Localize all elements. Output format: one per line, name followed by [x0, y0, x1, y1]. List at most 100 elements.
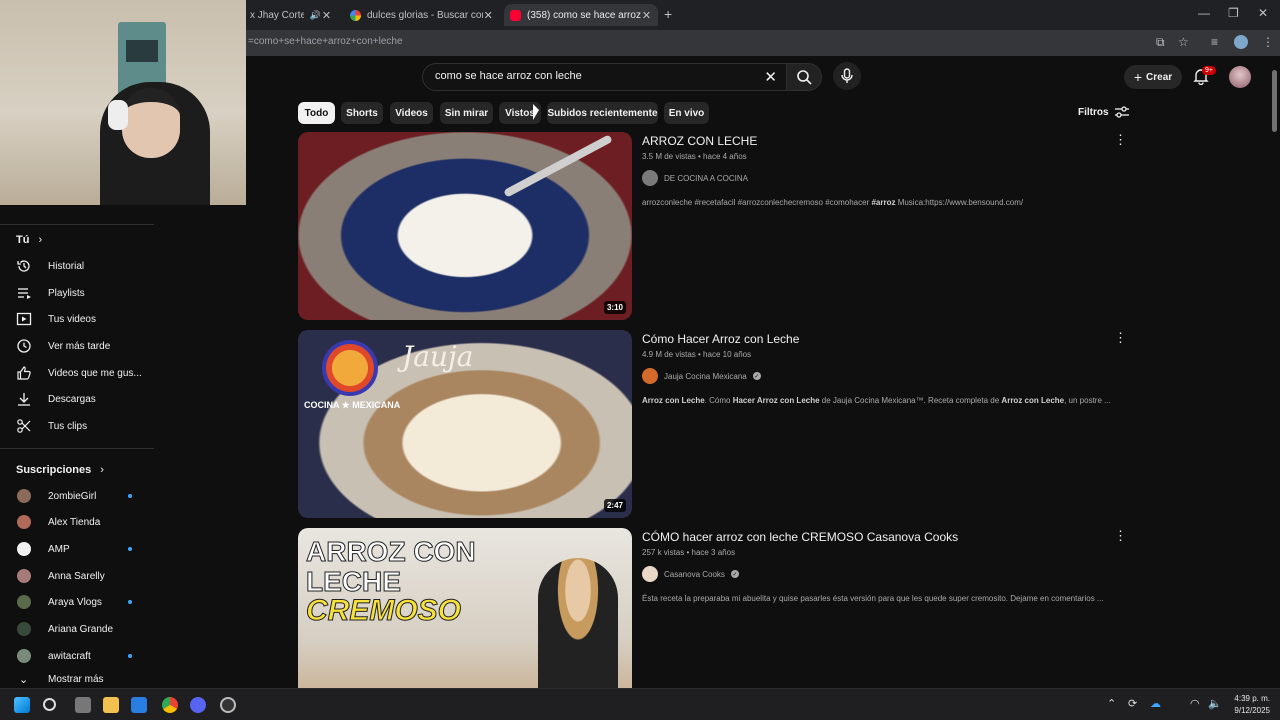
chip-todo[interactable]: Todo	[298, 102, 335, 124]
you-section-header[interactable]: Tú ›	[16, 234, 42, 246]
sidebar-sub-awitacraft[interactable]: awitacraft	[0, 645, 150, 667]
close-icon[interactable]: ✕	[483, 9, 494, 22]
profile-icon[interactable]	[1234, 35, 1248, 49]
channel-link[interactable]: DE COCINA A COCINA	[642, 170, 748, 186]
create-button[interactable]: + Crear	[1124, 65, 1182, 89]
media-icon[interactable]: ≡	[1211, 35, 1218, 49]
chevron-right-icon: ›	[100, 464, 104, 476]
channel-avatar	[17, 622, 31, 636]
voice-search-button[interactable]	[833, 62, 861, 90]
divider	[0, 224, 154, 225]
chip-videos[interactable]: Videos	[390, 102, 433, 124]
file-explorer-icon[interactable]	[103, 697, 119, 713]
clear-search-icon[interactable]: ✕	[764, 68, 777, 86]
chrome-icon[interactable]	[162, 697, 178, 713]
sidebar-item-tus-videos[interactable]: Tus videos	[0, 308, 150, 330]
obs-icon[interactable]	[220, 697, 236, 713]
desc-text: Musica:https://www.bensound.com/	[895, 198, 1024, 207]
sidebar-sub-araya-vlogs[interactable]: Araya Vlogs	[0, 591, 150, 613]
sidebar-item-liked-videos[interactable]: Videos que me gus...	[0, 362, 150, 384]
show-more-button[interactable]: ⌄ Mostrar más	[0, 672, 150, 686]
sidebar-item-historial[interactable]: Historial	[0, 255, 150, 277]
chip-shorts[interactable]: Shorts	[341, 102, 383, 124]
wifi-icon[interactable]: ◠	[1190, 697, 1200, 710]
close-icon[interactable]: ✕	[641, 9, 652, 22]
video-result[interactable]: ARROZ CON LECHE CREMOSO CÓMO hacer arroz…	[298, 528, 1128, 688]
browser-tab-3[interactable]: (358) como se hace arroz con le ✕	[504, 4, 658, 26]
chip-sin-mirar[interactable]: Sin mirar	[440, 102, 493, 124]
scrollbar-track[interactable]	[1270, 62, 1278, 688]
search-taskbar-icon[interactable]	[43, 698, 56, 711]
video-thumbnail[interactable]: ARROZ CON LECHE CREMOSO	[298, 528, 632, 688]
sidebar-sub-amp[interactable]: AMP	[0, 538, 150, 560]
sidebar-item-playlists[interactable]: Playlists	[0, 282, 150, 304]
channel-avatar	[17, 489, 31, 503]
task-view-icon[interactable]	[75, 697, 91, 713]
youtube-icon	[510, 9, 521, 21]
video-thumbnail[interactable]: Jauja COCINA ★ MEXICANA 2:47	[298, 330, 632, 518]
url-field[interactable]: =como+se+hace+arroz+con+leche	[248, 36, 403, 47]
video-thumbnail[interactable]: 3:10	[298, 132, 632, 320]
sidebar-item-ver-mas-tarde[interactable]: Ver más tarde	[0, 335, 150, 357]
tray-chevron-icon[interactable]: ⌃	[1107, 697, 1116, 710]
sidebar-sub-ariana-grande[interactable]: Ariana Grande	[0, 618, 150, 640]
more-options-icon[interactable]: ⋮	[1114, 330, 1127, 346]
verified-icon: ✓	[752, 372, 761, 380]
chip-subidos-recientemente[interactable]: Subidos recientemente	[547, 102, 658, 124]
store-icon[interactable]	[131, 697, 147, 713]
mouse-cursor	[533, 104, 539, 120]
video-result[interactable]: 3:10 ARROZ CON LECHE 3.5 M de vistas • h…	[298, 132, 1128, 320]
start-icon[interactable]	[14, 697, 30, 713]
video-title[interactable]: ARROZ CON LECHE	[642, 134, 757, 148]
video-result[interactable]: Jauja COCINA ★ MEXICANA 2:47 Cómo Hacer …	[298, 330, 1128, 518]
sidebar-item-descargas[interactable]: Descargas	[0, 388, 150, 410]
video-title[interactable]: CÓMO hacer arroz con leche CREMOSO Casan…	[642, 530, 958, 544]
search-button[interactable]	[786, 63, 822, 91]
watch-later-icon	[17, 339, 31, 353]
cloud-icon[interactable]: ☁	[1150, 697, 1161, 710]
notification-count-badge: 9+	[1202, 66, 1216, 75]
more-options-icon[interactable]: ⋮	[1114, 132, 1127, 148]
sidebar-sub-alex-tienda[interactable]: Alex Tienda	[0, 511, 150, 533]
browser-tab-2[interactable]: dulces glorias - Buscar con Goo ✕	[344, 4, 500, 26]
sidebar-sub-anna-sarelly[interactable]: Anna Sarelly	[0, 565, 150, 587]
video-title[interactable]: Cómo Hacer Arroz con Leche	[642, 332, 799, 346]
cast-icon[interactable]: ⧉	[1156, 35, 1165, 50]
new-content-dot	[128, 547, 132, 551]
minimize-icon[interactable]: —	[1198, 6, 1210, 20]
sidebar-item-label: AMP	[48, 543, 70, 555]
desc-text: Ésta receta la preparaba mi abuelita y q…	[642, 594, 1104, 603]
speaker-icon: 🔊	[309, 9, 321, 20]
star-icon[interactable]: ☆	[1178, 35, 1189, 49]
chevron-right-icon: ›	[38, 234, 43, 246]
channel-link[interactable]: Jauja Cocina Mexicana ✓	[642, 368, 761, 384]
you-label: Tú	[16, 234, 30, 246]
kebab-menu-icon[interactable]: ⋮	[1262, 35, 1274, 49]
channel-name: Jauja Cocina Mexicana	[664, 371, 747, 381]
system-clock[interactable]: 4:39 p. m. 9/12/2025	[1234, 693, 1270, 717]
restore-icon[interactable]: ❐	[1228, 6, 1239, 20]
chip-en-vivo[interactable]: En vivo	[664, 102, 709, 124]
filters-button[interactable]: Filtros	[1078, 106, 1129, 118]
subscriptions-header[interactable]: Suscripciones ›	[16, 464, 104, 476]
sync-icon[interactable]: ⟳	[1128, 697, 1137, 710]
close-icon[interactable]: ✕	[321, 9, 332, 22]
browser-tab-1[interactable]: x Jhay Cortez - 🔊 ✕	[244, 4, 338, 26]
sidebar-sub-2ombiegirl[interactable]: 2ombieGirl	[0, 485, 150, 507]
more-options-icon[interactable]: ⋮	[1114, 528, 1127, 544]
volume-icon[interactable]: 🔈	[1208, 697, 1222, 710]
liked-icon	[17, 366, 31, 380]
tab-title: (358) como se hace arroz con le	[527, 9, 641, 21]
video-description: arrozconleche #recetafacil #arrozconlech…	[642, 198, 1023, 207]
channel-link[interactable]: Casanova Cooks ✓	[642, 566, 739, 582]
account-avatar[interactable]	[1229, 66, 1251, 88]
discord-icon[interactable]	[190, 697, 206, 713]
close-window-icon[interactable]: ✕	[1258, 6, 1268, 20]
new-tab-button[interactable]: +	[664, 6, 672, 22]
video-meta: 4.9 M de vistas • hace 10 años	[642, 350, 752, 359]
sidebar-item-tus-clips[interactable]: Tus clips	[0, 415, 150, 437]
scrollbar-thumb[interactable]	[1272, 70, 1277, 132]
search-input[interactable]: como se hace arroz con leche ✕	[422, 63, 788, 91]
video-description: Ésta receta la preparaba mi abuelita y q…	[642, 594, 1104, 603]
new-content-dot	[128, 494, 132, 498]
